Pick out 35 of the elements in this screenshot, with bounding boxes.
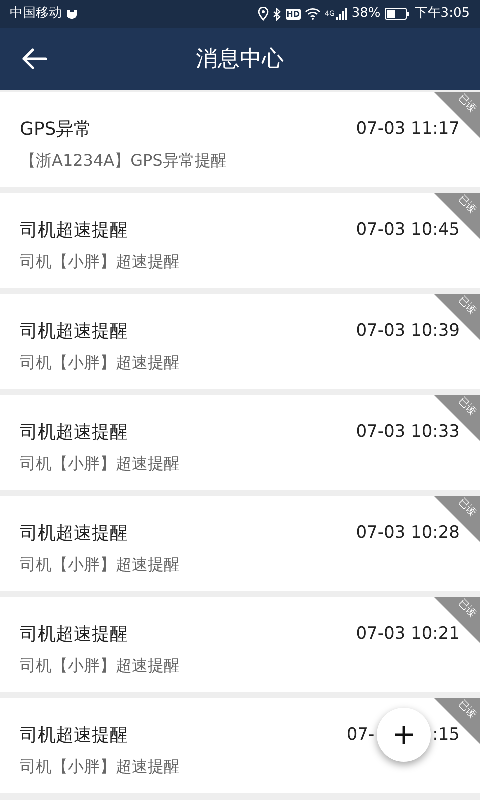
- message-card[interactable]: 司机超速提醒 07-03 10:21 司机【小胖】超速提醒 已读: [0, 597, 480, 692]
- battery-icon: [384, 8, 409, 20]
- hd-indicator: HD: [286, 8, 301, 20]
- message-body: 司机【小胖】超速提醒: [20, 655, 181, 677]
- carrier-name: 中国移动: [10, 5, 62, 24]
- page-title: 消息中心: [196, 46, 284, 74]
- message-time: :15: [432, 724, 460, 747]
- message-body: 司机【小胖】超速提醒: [20, 554, 181, 576]
- message-title: 司机超速提醒: [20, 522, 128, 546]
- message-card[interactable]: GPS异常 07-03 11:17 【浙A1234A】GPS异常提醒 已读: [0, 92, 480, 187]
- message-card[interactable]: 司机超速提醒 07-03 10:33 司机【小胖】超速提醒 已读: [0, 395, 480, 490]
- message-body: 司机【小胖】超速提醒: [20, 352, 181, 374]
- message-time: 07-: [346, 724, 375, 747]
- message-card[interactable]: 司机超速提醒 07-03 10:39 司机【小胖】超速提醒 已读: [0, 294, 480, 389]
- message-body: 司机【小胖】超速提醒: [20, 756, 181, 778]
- message-card[interactable]: 司机超速提醒 07- :15 司机【小胖】超速提醒 已读: [0, 698, 480, 793]
- message-body: 【浙A1234A】GPS异常提醒: [20, 150, 228, 172]
- message-title: 司机超速提醒: [20, 421, 128, 445]
- location-icon: [258, 7, 269, 21]
- clock-time: 下午3:05: [414, 5, 470, 24]
- message-title: 司机超速提醒: [20, 724, 128, 748]
- back-arrow-icon[interactable]: [20, 47, 48, 71]
- battery-percent: 38%: [352, 5, 381, 24]
- wifi-icon: [305, 8, 321, 20]
- message-card[interactable]: 司机超速提醒 07-03 10:45 司机【小胖】超速提醒 已读: [0, 193, 480, 288]
- message-card[interactable]: 司机超速提醒 07-03 10:28 司机【小胖】超速提醒 已读: [0, 496, 480, 591]
- bluetooth-icon: [272, 8, 282, 20]
- message-title: 司机超速提醒: [20, 219, 128, 243]
- message-body: 司机【小胖】超速提醒: [20, 453, 181, 475]
- signal-icon: [336, 8, 348, 20]
- message-title: 司机超速提醒: [20, 623, 128, 647]
- message-body: 司机【小胖】超速提醒: [20, 251, 181, 273]
- message-title: 司机超速提醒: [20, 320, 128, 344]
- message-title: GPS异常: [20, 118, 92, 142]
- plus-icon: [394, 725, 414, 745]
